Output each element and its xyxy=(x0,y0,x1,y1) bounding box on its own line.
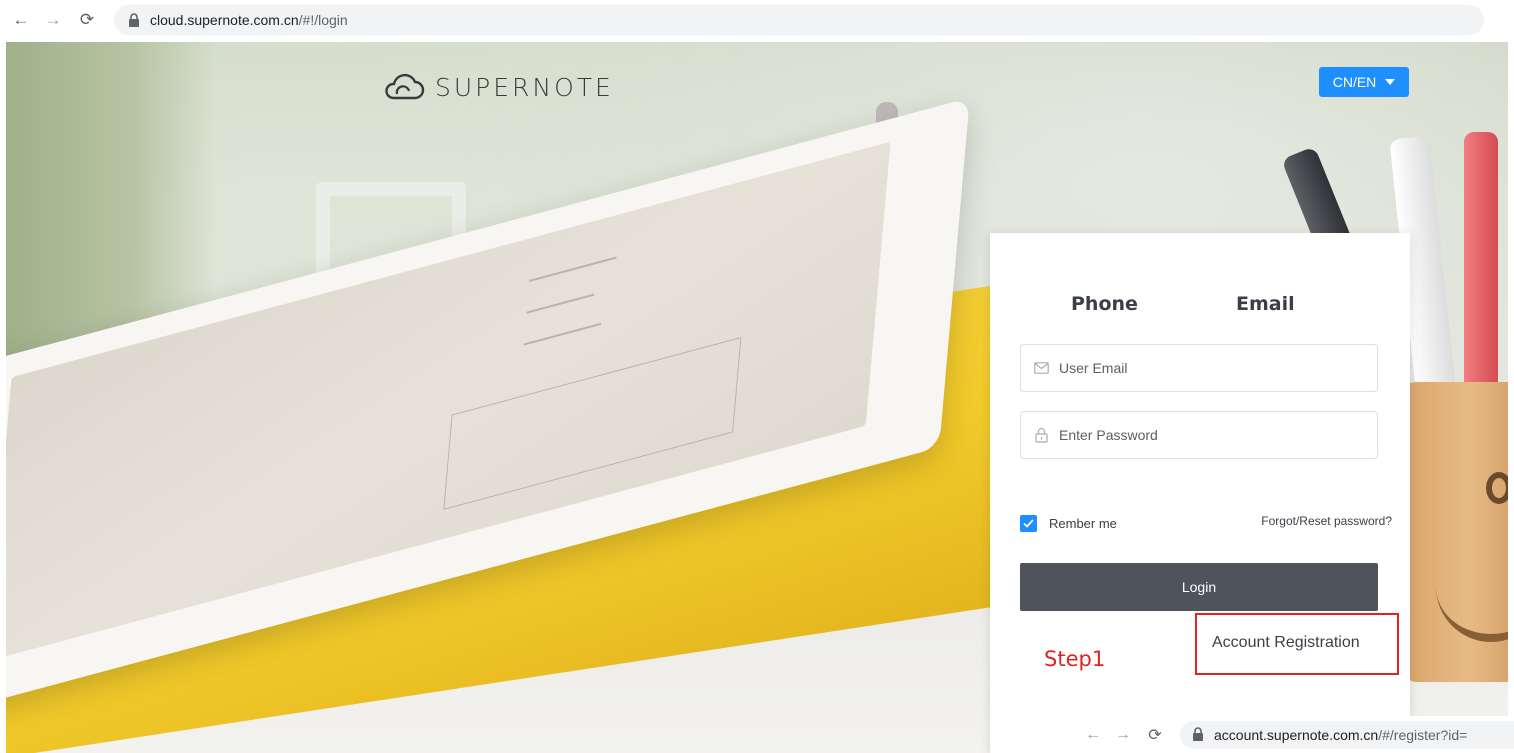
url-text: cloud.supernote.com.cn/#!/login xyxy=(150,12,348,28)
lock-icon xyxy=(128,12,142,28)
address-bar[interactable]: cloud.supernote.com.cn/#!/login xyxy=(114,5,1484,35)
back-arrow-icon[interactable]: ← xyxy=(10,9,32,31)
account-registration-link[interactable]: Account Registration xyxy=(1212,634,1360,652)
holder-eye xyxy=(1486,472,1508,504)
caret-down-icon xyxy=(1385,79,1396,85)
step-annotation: Step1 xyxy=(1044,647,1106,671)
holder-smile xyxy=(1436,582,1508,642)
back-arrow-icon[interactable]: ← xyxy=(1082,724,1104,746)
browser-toolbar: ← → ⟳ cloud.supernote.com.cn/#!/login xyxy=(0,0,1514,40)
tablet-screen-box xyxy=(443,336,742,510)
cloud-logo-icon xyxy=(385,73,425,100)
language-toggle-button[interactable]: CN/EN xyxy=(1319,67,1409,97)
login-button[interactable]: Login xyxy=(1020,563,1378,611)
tablet-screen-line xyxy=(529,256,617,282)
forward-arrow-icon[interactable]: → xyxy=(1112,724,1134,746)
wooden-pen-holder-image xyxy=(1406,382,1508,682)
url-path: /#!/login xyxy=(298,12,348,28)
check-icon xyxy=(1023,519,1034,528)
login-tabs: Phone Email xyxy=(990,293,1410,323)
email-field[interactable] xyxy=(1020,344,1378,392)
reload-icon[interactable]: ⟳ xyxy=(76,9,98,31)
overlay-url-path: /#/register?id= xyxy=(1378,726,1468,743)
tablet-screen-line xyxy=(523,322,602,346)
forgot-password-link[interactable]: Forgot/Reset password? xyxy=(1261,514,1392,528)
login-card: Phone Email Rember me Forgot/R xyxy=(990,233,1410,753)
lock-icon xyxy=(1192,727,1206,743)
email-input[interactable] xyxy=(1059,360,1359,376)
password-field[interactable] xyxy=(1020,411,1378,459)
tablet-screen-line xyxy=(526,293,595,314)
password-input[interactable] xyxy=(1059,427,1359,443)
remember-checkbox[interactable] xyxy=(1020,515,1037,532)
supernote-logo: SUPERNOTE xyxy=(381,72,614,102)
url-domain: cloud.supernote.com.cn xyxy=(150,12,299,28)
overlay-url-text: account.supernote.com.cn/#/register?id= xyxy=(1214,727,1467,743)
overlay-url-domain: account.supernote.com.cn xyxy=(1214,726,1379,743)
forward-arrow-icon[interactable]: → xyxy=(42,9,64,31)
tab-phone[interactable]: Phone xyxy=(1071,293,1138,315)
remember-label: Rember me xyxy=(1049,516,1117,531)
logo-text: SUPERNOTE xyxy=(435,72,614,102)
overlay-browser-toolbar: ← → ⟳ account.supernote.com.cn/#/registe… xyxy=(1080,716,1514,753)
language-label: CN/EN xyxy=(1332,74,1377,90)
overlay-address-bar[interactable]: account.supernote.com.cn/#/register?id= xyxy=(1180,720,1514,749)
remember-me[interactable]: Rember me xyxy=(1020,515,1117,532)
tab-email[interactable]: Email xyxy=(1236,293,1295,315)
envelope-icon xyxy=(1033,360,1049,376)
reload-icon[interactable]: ⟳ xyxy=(1144,724,1166,746)
lock-icon xyxy=(1033,427,1049,443)
